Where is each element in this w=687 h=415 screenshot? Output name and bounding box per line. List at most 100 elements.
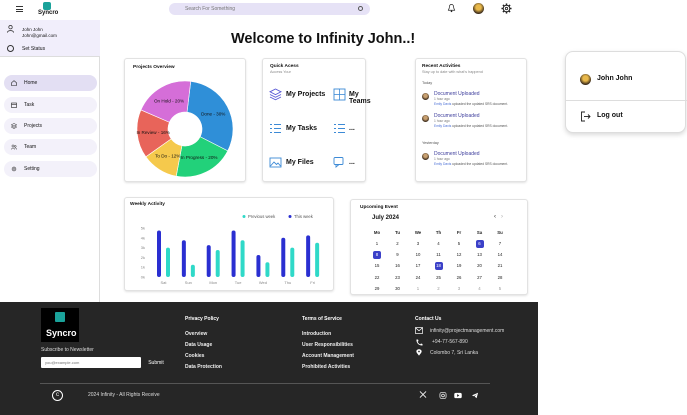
calendar-day[interactable]: 30 (394, 285, 402, 293)
calendar-day[interactable]: 8 (373, 251, 381, 260)
terms-link[interactable]: Account Management (302, 353, 354, 359)
activity-time: 1 hour ago (434, 97, 450, 101)
calendar-day[interactable]: 16 (394, 262, 402, 270)
newsletter-submit-button[interactable]: Submit (143, 357, 169, 368)
privacy-link[interactable]: Cookies (185, 353, 204, 359)
calendar-day[interactable]: 28 (496, 274, 504, 282)
telegram-icon[interactable] (471, 392, 479, 399)
quick-access-my-tasks[interactable]: My Tasks (286, 125, 317, 132)
calendar-day[interactable]: 1 (414, 285, 422, 293)
calendar-day[interactable]: 11 (435, 251, 443, 259)
set-status-link[interactable]: Set Status (22, 46, 45, 52)
calendar-day[interactable]: 3 (414, 240, 422, 248)
calendar-day[interactable]: 24 (414, 274, 422, 282)
calendar-day[interactable]: 20 (476, 262, 484, 270)
calendar-day[interactable]: 12 (455, 251, 463, 259)
calendar-day[interactable]: 27 (476, 274, 484, 282)
calendar-day[interactable]: 26 (455, 274, 463, 282)
calendar-day[interactable]: 14 (496, 251, 504, 259)
youtube-icon[interactable] (454, 392, 462, 399)
calendar-day[interactable]: 13 (476, 251, 484, 259)
sidebar-item-projects[interactable]: Projects (4, 118, 97, 134)
projects-layers-icon[interactable] (269, 88, 282, 101)
profile-name[interactable]: John John (597, 75, 632, 82)
bar-previous-week-sat[interactable] (166, 247, 170, 277)
bar-previous-week-sun[interactable] (190, 264, 195, 277)
quick-access-my-projects[interactable]: My Projects (286, 91, 325, 98)
sidebar-item-setting[interactable]: Setting (4, 161, 97, 177)
files-image-icon[interactable] (269, 156, 282, 169)
bar-this-week-sun[interactable] (181, 240, 186, 277)
calendar-day[interactable]: 1 (373, 240, 381, 248)
teams-grid-icon[interactable] (333, 88, 346, 101)
logout-icon[interactable] (580, 111, 591, 122)
privacy-link[interactable]: Overview (185, 331, 207, 337)
bar-this-week-tue[interactable] (231, 230, 236, 277)
calendar-day[interactable]: 18 (434, 262, 443, 271)
bar-this-week-sat[interactable] (157, 230, 161, 277)
calendar-day[interactable]: 2 (435, 285, 443, 293)
notification-bell-icon[interactable] (447, 3, 456, 13)
search-input[interactable] (185, 3, 355, 15)
chat-icon[interactable] (333, 156, 346, 169)
terms-heading[interactable]: Terms of Service (302, 316, 342, 322)
quick-access-more[interactable]: ... (349, 125, 355, 132)
calendar-day[interactable]: 29 (373, 285, 381, 293)
bar-this-week-fri[interactable] (306, 235, 311, 277)
calendar-day[interactable]: 9 (394, 251, 402, 259)
calendar-day[interactable]: 6 (475, 240, 484, 248)
instagram-icon[interactable] (439, 392, 447, 399)
terms-link[interactable]: User Responsibilities (302, 342, 353, 348)
sidebar: John John John@gmail.com Set Status Home… (0, 20, 100, 302)
menu-icon[interactable] (16, 6, 23, 12)
calendar-day[interactable]: 23 (394, 274, 402, 282)
calendar-day[interactable]: 4 (435, 240, 443, 248)
list-icon[interactable] (333, 122, 346, 135)
sidebar-item-task[interactable]: Task (4, 97, 97, 113)
bar-this-week-wed[interactable] (256, 254, 261, 277)
calendar-day[interactable]: 4 (476, 285, 484, 293)
calendar-prev-icon[interactable]: ‹ (494, 214, 496, 220)
bar-previous-week-thu[interactable] (290, 247, 295, 277)
tasks-list-icon[interactable] (269, 122, 282, 135)
terms-link[interactable]: Prohibited Activities (302, 364, 350, 370)
calendar-day[interactable]: 2 (394, 240, 402, 248)
calendar-day[interactable]: 25 (435, 274, 443, 282)
gear-icon (11, 166, 17, 172)
quick-access-my-files[interactable]: My Files (286, 159, 314, 166)
user-avatar[interactable] (473, 3, 484, 14)
calendar-day[interactable]: 5 (455, 240, 463, 248)
logout-button[interactable]: Log out (597, 112, 623, 119)
calendar-day[interactable]: 22 (373, 274, 381, 282)
bar-previous-week-mon[interactable] (215, 250, 220, 277)
settings-gear-icon[interactable] (501, 3, 512, 14)
quick-access-my-teams[interactable]: My Teams (349, 91, 371, 105)
bar-this-week-mon[interactable] (206, 245, 211, 277)
calendar-day[interactable]: 15 (373, 262, 381, 270)
calendar-day[interactable]: 19 (455, 262, 463, 270)
calendar-day[interactable]: 10 (414, 251, 422, 259)
bar-previous-week-wed[interactable] (265, 262, 270, 277)
contact-email[interactable]: infinity@projectmanagement.com (430, 328, 504, 334)
bar-previous-week-fri[interactable] (315, 242, 320, 277)
x-twitter-icon[interactable] (419, 391, 427, 398)
bar-previous-week-tue[interactable] (240, 240, 245, 277)
sidebar-item-team[interactable]: Team (4, 139, 97, 155)
sidebar-item-home[interactable]: Home (4, 75, 97, 91)
terms-link[interactable]: Introduction (302, 331, 331, 337)
search-icon[interactable] (358, 6, 363, 11)
calendar-day[interactable]: 5 (496, 285, 504, 293)
search-bar[interactable] (169, 3, 370, 15)
bar-this-week-thu[interactable] (281, 237, 286, 277)
newsletter-email-input[interactable] (41, 357, 141, 368)
calendar-day[interactable]: 21 (496, 262, 504, 270)
calendar-day[interactable]: 7 (496, 240, 504, 248)
contact-phone[interactable]: +94-77-567-890 (432, 339, 468, 345)
privacy-link[interactable]: Data Usage (185, 342, 212, 348)
quick-access-more-2[interactable]: ... (349, 159, 355, 166)
privacy-heading[interactable]: Privacy Policy (185, 316, 219, 322)
calendar-day[interactable]: 17 (414, 262, 422, 270)
privacy-link[interactable]: Data Protection (185, 364, 222, 370)
calendar-next-icon[interactable]: › (501, 214, 503, 220)
calendar-day[interactable]: 3 (455, 285, 463, 293)
